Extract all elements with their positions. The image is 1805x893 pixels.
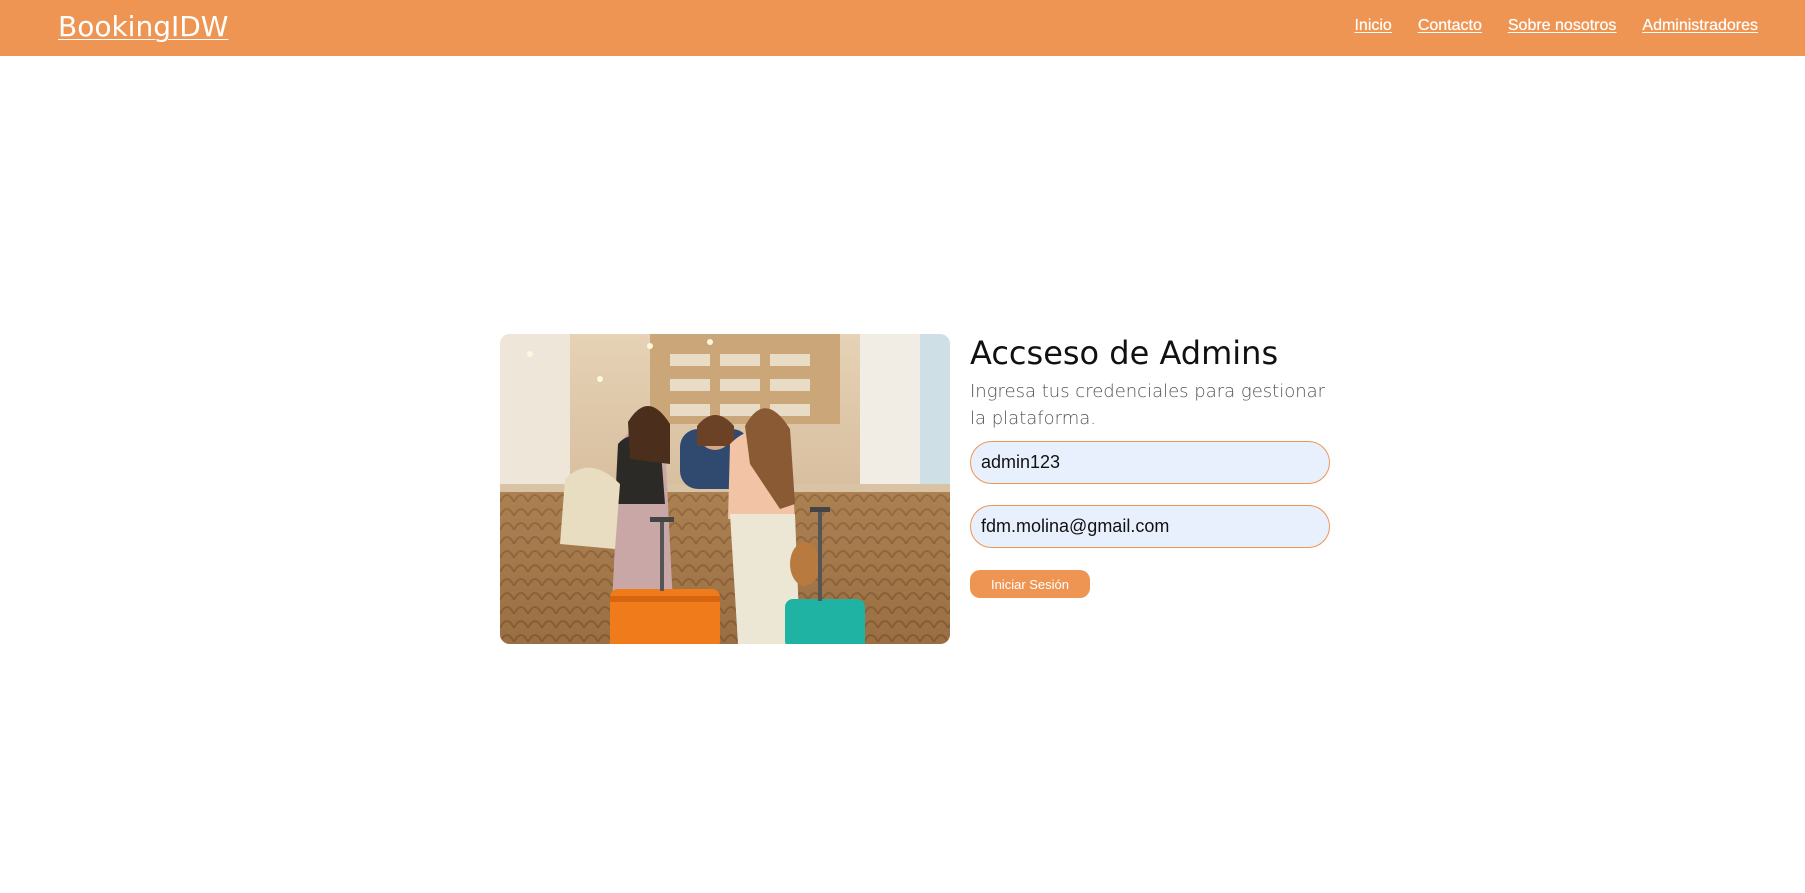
login-title: Accseso de Admins <box>970 334 1279 372</box>
email-input[interactable] <box>970 505 1330 548</box>
top-navbar: BookingIDW Inicio Contacto Sobre nosotro… <box>0 0 1805 56</box>
username-input[interactable] <box>970 441 1330 484</box>
login-form: Accseso de Admins Ingresa tus credencial… <box>970 334 1332 598</box>
login-subtitle: Ingresa tus credenciales para gestionar … <box>970 381 1326 430</box>
admin-login-card: Accseso de Admins Ingresa tus credencial… <box>500 334 1332 644</box>
nav-link-inicio[interactable]: Inicio <box>1354 17 1391 35</box>
hotel-reception-photo <box>500 334 950 644</box>
brand-logo-link[interactable]: BookingIDW <box>58 10 229 43</box>
login-submit-button[interactable]: Iniciar Sesión <box>970 570 1090 598</box>
main-nav: Inicio Contacto Sobre nosotros Administr… <box>1354 17 1758 35</box>
nav-link-contacto[interactable]: Contacto <box>1418 17 1482 35</box>
nav-link-sobre-nosotros[interactable]: Sobre nosotros <box>1508 17 1617 35</box>
nav-link-administradores[interactable]: Administradores <box>1642 17 1758 35</box>
